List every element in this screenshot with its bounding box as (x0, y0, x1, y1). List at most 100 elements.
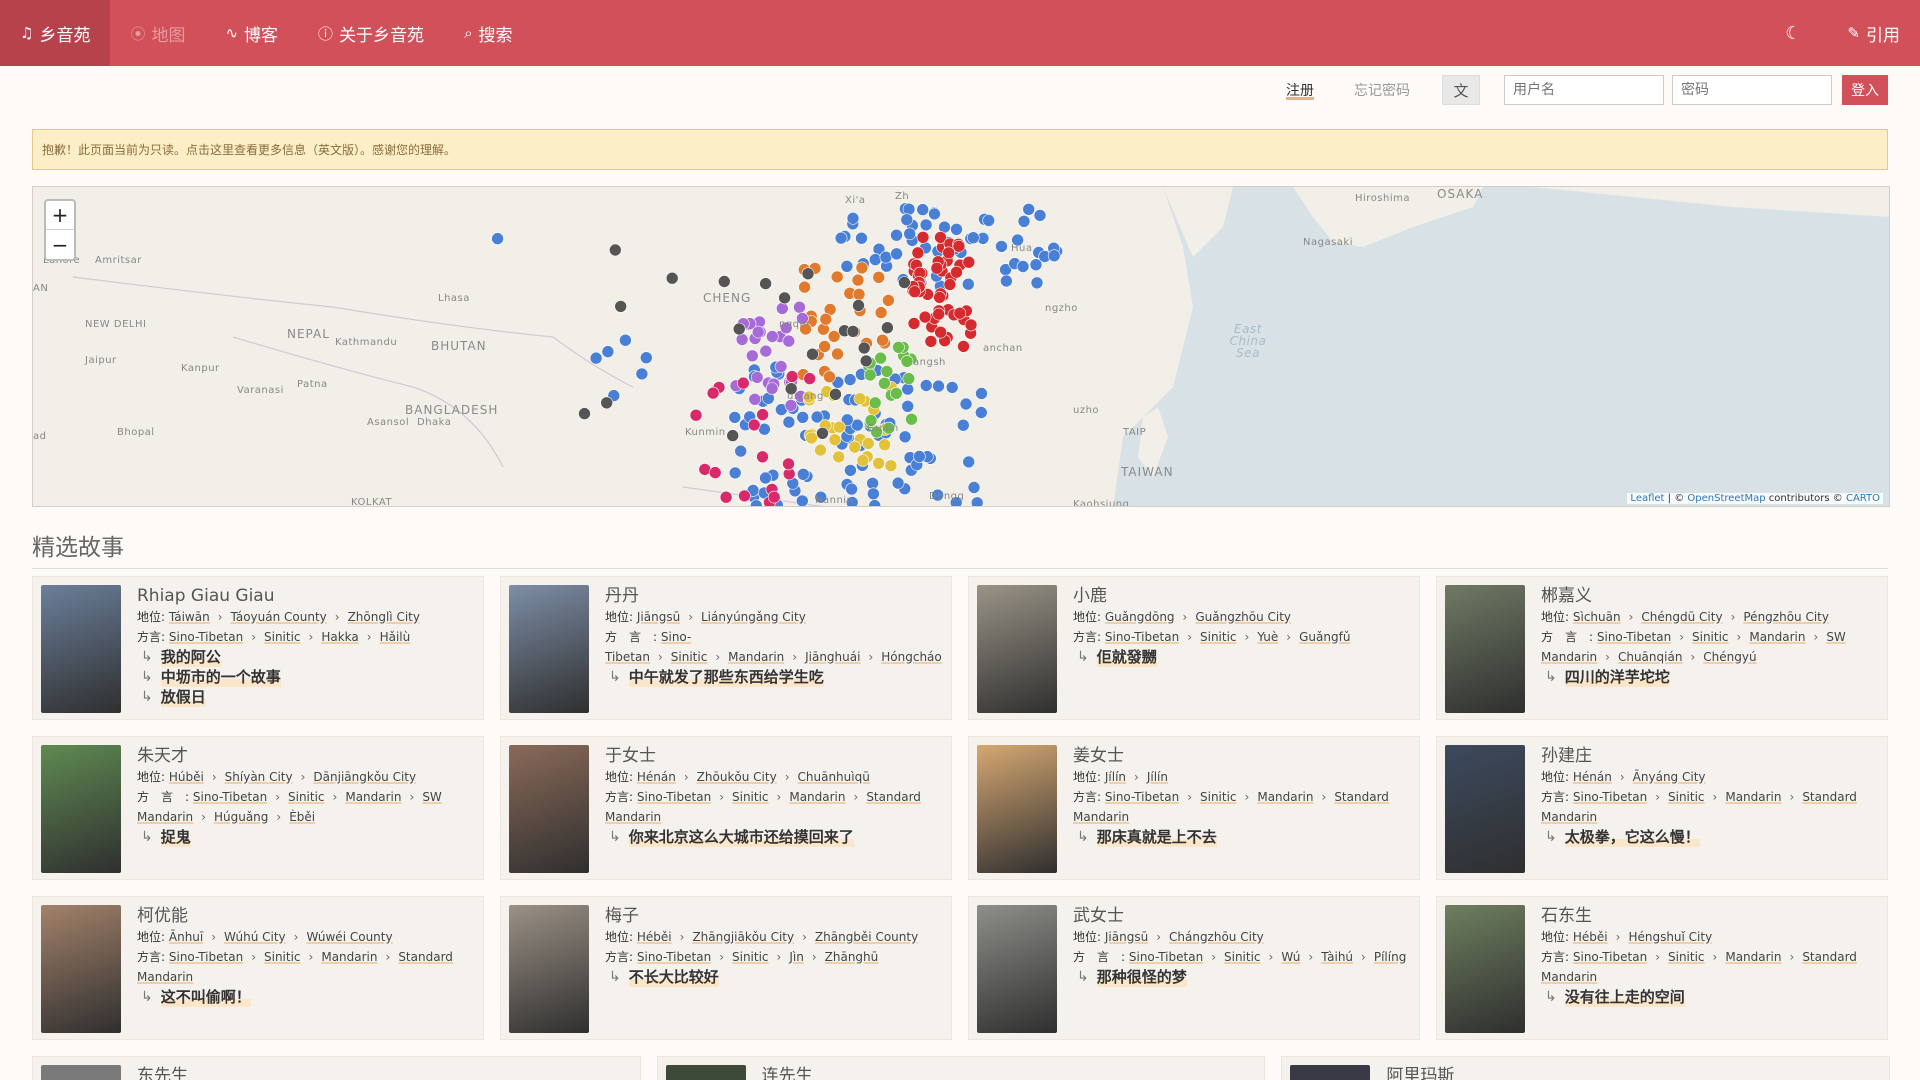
dialect-marker[interactable] (890, 247, 903, 261)
dialect-marker[interactable] (819, 312, 833, 326)
dialect-row-link[interactable]: Sinitic (288, 790, 325, 804)
location-row-link[interactable]: Hénán (1573, 770, 1612, 784)
readonly-alert[interactable]: 抱歉！此页面当前为只读。点击这里查看更多信息（英文版）。感谢您的理解。 (32, 129, 1888, 170)
speaker-photo[interactable] (41, 745, 121, 873)
dialect-marker[interactable] (759, 344, 773, 358)
speaker-name[interactable]: 小鹿 (1073, 585, 1411, 607)
dialect-marker[interactable] (863, 368, 877, 382)
dialect-row-link[interactable]: Chuānqián (1618, 650, 1682, 664)
dialect-marker[interactable] (717, 275, 731, 288)
carto-link[interactable]: CARTO (1846, 493, 1880, 504)
dialect-row-link[interactable]: Zhānghū (825, 950, 879, 964)
dialect-marker[interactable] (868, 253, 882, 266)
dialect-marker[interactable] (1000, 274, 1013, 288)
dialect-marker[interactable] (942, 246, 956, 260)
dialect-marker[interactable] (945, 381, 959, 394)
location-row-link[interactable]: Ānyáng City (1633, 770, 1706, 784)
speaker-name[interactable]: 东先生 (137, 1065, 632, 1080)
dialect-row-link[interactable]: Sino-Tibetan (1597, 630, 1671, 644)
dialect-marker[interactable] (845, 482, 858, 496)
location-row-link[interactable]: Jílín (1147, 770, 1168, 784)
dialect-marker[interactable] (601, 345, 615, 358)
dark-mode-toggle-icon[interactable]: ☾ (1759, 23, 1827, 44)
dialect-row-link[interactable]: Yuè (1257, 630, 1278, 644)
dialect-row-link[interactable]: Sinitic (1224, 950, 1261, 964)
register-link[interactable]: 注册 (1266, 80, 1334, 100)
dialect-marker[interactable] (848, 440, 862, 454)
dialect-marker[interactable] (844, 464, 857, 477)
dialect-marker[interactable] (782, 457, 795, 471)
story-link[interactable]: ↳ 捉鬼 (137, 827, 475, 847)
dialect-marker[interactable] (889, 387, 903, 400)
dialect-marker[interactable] (728, 466, 742, 480)
zoom-out-button[interactable]: − (46, 230, 74, 259)
dialect-marker[interactable] (866, 476, 879, 490)
story-link[interactable]: ↳ 太极拳，它这么慢！ (1541, 827, 1879, 847)
speaker-name[interactable]: 阿里玛斯 (1386, 1065, 1881, 1080)
dialect-marker[interactable] (829, 388, 842, 401)
dialect-marker[interactable] (995, 240, 1008, 253)
dialect-marker[interactable] (867, 487, 880, 501)
dialect-marker[interactable] (782, 334, 796, 348)
dialect-marker[interactable] (892, 341, 905, 354)
location-row-link[interactable]: Héběi (637, 930, 672, 944)
speaker-photo[interactable] (41, 905, 121, 1033)
dialect-marker[interactable] (943, 278, 957, 291)
dialect-marker[interactable] (872, 456, 885, 470)
dialect-marker[interactable] (975, 387, 988, 400)
dialect-marker[interactable] (635, 367, 649, 381)
dialect-marker[interactable] (734, 444, 748, 458)
dialect-marker[interactable] (1016, 260, 1030, 273)
dialect-marker[interactable] (924, 335, 938, 348)
dialect-marker[interactable] (830, 270, 844, 284)
location-row-link[interactable]: Sìchuān (1573, 610, 1621, 624)
dialect-row-link[interactable]: Mandarin (321, 950, 377, 964)
dialect-marker[interactable] (805, 431, 818, 445)
dialect-marker[interactable] (908, 285, 922, 298)
dialect-marker[interactable] (614, 300, 628, 313)
dialect-marker[interactable] (966, 231, 980, 245)
speaker-photo[interactable] (1445, 905, 1525, 1033)
dialect-marker[interactable] (952, 239, 966, 253)
dialect-marker[interactable] (774, 360, 788, 373)
dialect-marker[interactable] (491, 232, 504, 245)
story-link[interactable]: ↳ 佢就發嬲 (1073, 647, 1411, 667)
location-row-link[interactable]: Héběi (1573, 930, 1608, 944)
speaker-name[interactable]: 于女士 (605, 745, 943, 767)
dialect-marker[interactable] (879, 250, 893, 264)
dialect-marker[interactable] (970, 496, 984, 507)
dialect-marker[interactable] (974, 406, 988, 419)
location-row-link[interactable]: Héngshuǐ City (1628, 930, 1712, 944)
dialect-row-link[interactable]: Sinitic (1200, 790, 1237, 804)
location-row-link[interactable]: Shíyàn City (225, 770, 293, 784)
dialect-row-link[interactable]: Mandarin (1725, 790, 1781, 804)
story-link[interactable]: ↳ 没有往上走的空间 (1541, 987, 1879, 1007)
dialect-row-link[interactable]: Sino-Tibetan (637, 790, 711, 804)
dialect-marker[interactable] (982, 214, 996, 227)
dialect-row-link[interactable]: Sino-Tibetan (1105, 630, 1179, 644)
story-card[interactable]: 梅子 地位: Héběi › Zhāngjiākǒu City › Zhāngběi Co… (500, 896, 952, 1040)
dialect-marker[interactable] (901, 400, 915, 413)
story-card[interactable]: 小鹿 地位: Guǎngdōng › Guǎngzhōu City 方言: Sino-T… (968, 576, 1420, 720)
dialect-row-link[interactable]: Mandarin (728, 650, 784, 664)
dialect-marker[interactable] (756, 408, 769, 421)
dialect-marker[interactable] (932, 307, 946, 321)
location-row-link[interactable]: Zhōukǒu City (697, 770, 777, 784)
dialect-marker[interactable] (814, 443, 827, 457)
dialect-marker[interactable] (903, 227, 917, 241)
dialect-marker[interactable] (852, 299, 865, 312)
story-card[interactable]: 于女士 地位: Hénán › Zhōukǒu City › Chuānhuìqū 方言: … (500, 736, 952, 880)
location-row-link[interactable]: Jílín (1105, 770, 1126, 784)
dialect-marker[interactable] (956, 418, 970, 432)
dialect-marker[interactable] (765, 382, 779, 395)
dialect-marker[interactable] (950, 265, 963, 279)
dialect-row-link[interactable]: Sino-Tibetan (193, 790, 267, 804)
dialect-marker[interactable] (856, 454, 870, 467)
dialect-marker[interactable] (831, 347, 844, 361)
dialect-marker[interactable] (868, 499, 881, 507)
dialect-marker[interactable] (874, 306, 888, 319)
story-card[interactable]: 连先生 (656, 1056, 1266, 1080)
speaker-photo[interactable] (977, 585, 1057, 713)
dialect-marker[interactable] (589, 351, 603, 365)
dialect-marker[interactable] (878, 377, 891, 390)
